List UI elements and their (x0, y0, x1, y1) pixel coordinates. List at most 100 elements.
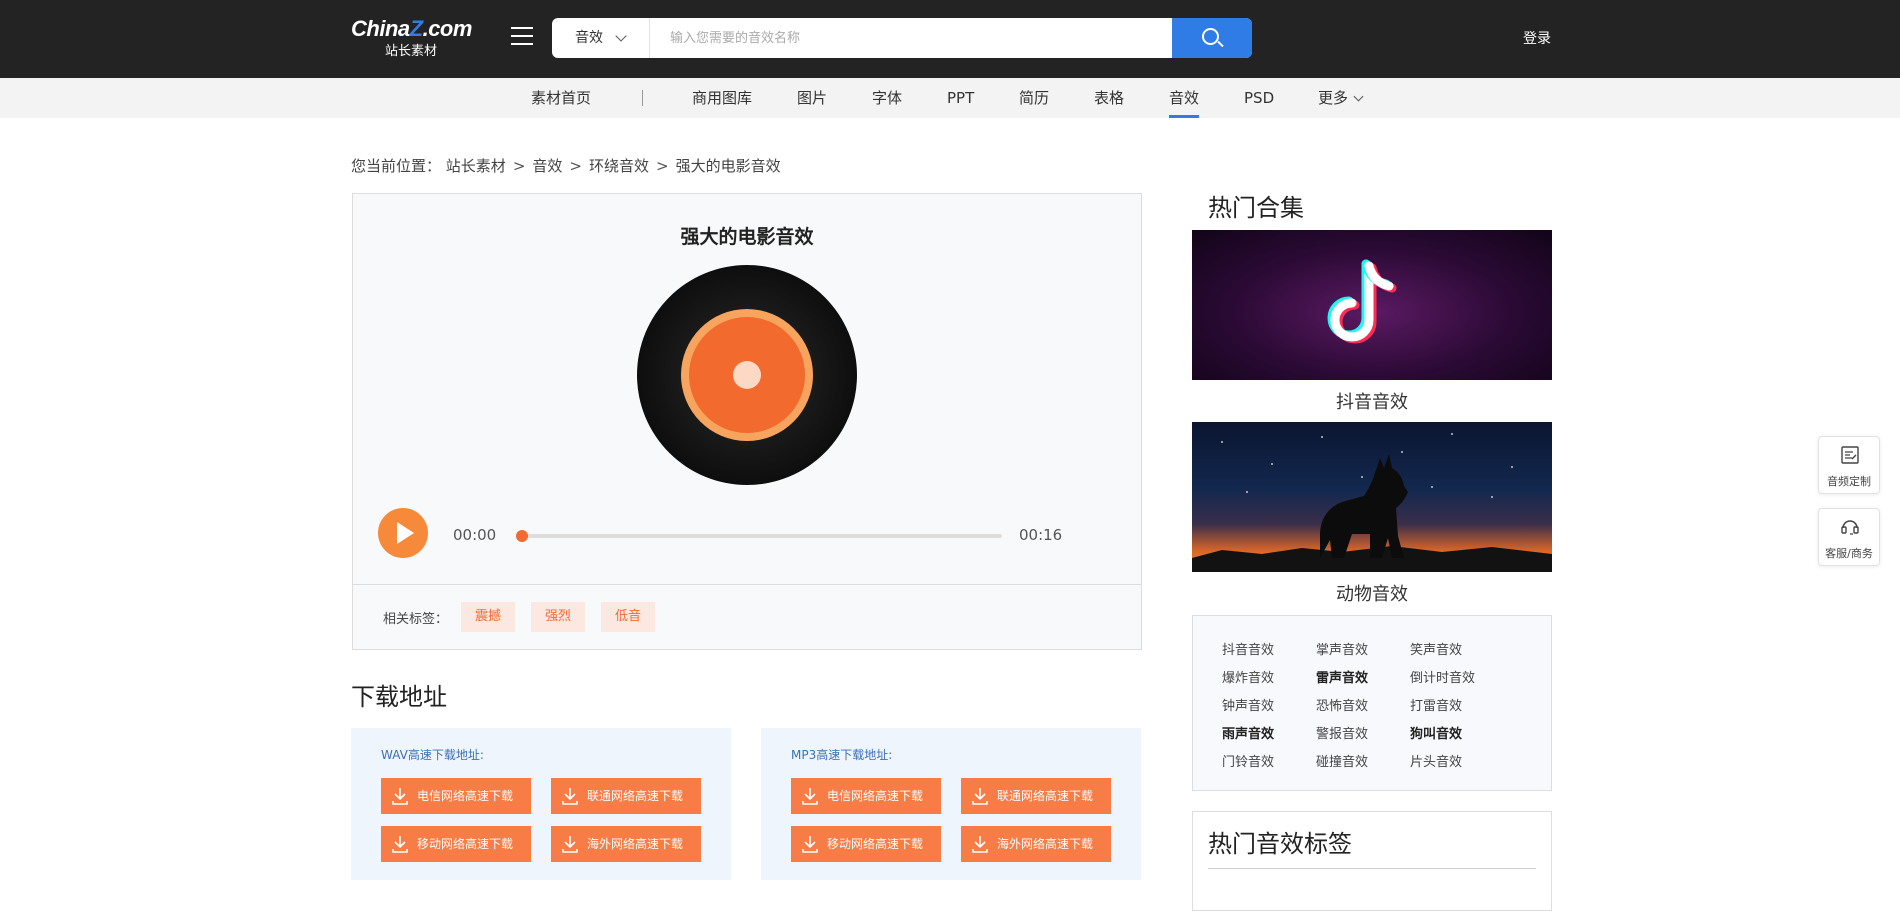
current-time: 00:00 (453, 526, 497, 544)
breadcrumb-separator: > (512, 157, 526, 175)
breadcrumb-link-home[interactable]: 站长素材 (446, 157, 506, 175)
mp3-download-box: MP3高速下载地址: 电信网络高速下载 联通网络高速下载 移动网络高速下载 海外… (761, 728, 1141, 880)
search-category-label: 音效 (575, 30, 603, 46)
nav-item-ppt[interactable]: PPT (947, 78, 974, 118)
wav-telecom-download-button[interactable]: 电信网络高速下载 (381, 778, 531, 814)
site-logo[interactable]: ChinaZ.com 站长素材 (351, 15, 476, 63)
audio-custom-label: 音频定制 (1827, 475, 1871, 488)
keyword-link[interactable]: 爆炸音效 (1222, 667, 1274, 686)
keyword-link[interactable]: 门铃音效 (1222, 751, 1274, 770)
nav-item-home[interactable]: 素材首页 (531, 78, 591, 118)
search-button[interactable] (1172, 18, 1252, 58)
nav-item-more[interactable]: 更多 (1318, 78, 1364, 118)
nav-item-images[interactable]: 图片 (797, 78, 827, 118)
divider (1208, 868, 1536, 869)
play-icon (397, 522, 414, 544)
wav-download-box: WAV高速下载地址: 电信网络高速下载 联通网络高速下载 移动网络高速下载 海外… (351, 728, 731, 880)
customer-service-label: 客服/商务 (1825, 547, 1873, 560)
nav-item-fonts[interactable]: 字体 (872, 78, 902, 118)
keyword-link[interactable]: 笑声音效 (1410, 639, 1462, 658)
logo-text-tld: .com (422, 16, 473, 41)
download-icon (972, 836, 988, 853)
keyword-link[interactable]: 抖音音效 (1222, 639, 1274, 658)
keyword-link[interactable]: 钟声音效 (1222, 695, 1274, 714)
breadcrumb-link-sound[interactable]: 音效 (532, 157, 562, 175)
wav-mobile-download-button[interactable]: 移动网络高速下载 (381, 826, 531, 862)
logo-text-z: Z (409, 16, 423, 41)
nav-more-label: 更多 (1318, 89, 1349, 107)
nav-item-sound-effects[interactable]: 音效 (1169, 78, 1200, 118)
chevron-down-icon (1353, 91, 1364, 102)
keyword-link[interactable]: 狗叫音效 (1410, 723, 1462, 742)
top-header: ChinaZ.com 站长素材 音效 登录 (0, 0, 1900, 78)
hot-tags-panel: 热门音效标签 (1192, 811, 1552, 911)
hot-tags-title: 热门音效标签 (1208, 830, 1352, 858)
download-icon (562, 836, 578, 853)
collection-label-douyin[interactable]: 抖音音效 (1192, 388, 1552, 414)
breadcrumb-separator: > (656, 157, 669, 175)
keyword-link[interactable]: 打雷音效 (1410, 695, 1462, 714)
progress-bar[interactable] (516, 530, 1002, 542)
nav-item-stock-photos[interactable]: 商用图库 (692, 78, 752, 118)
tag-chip[interactable]: 低音 (601, 602, 656, 632)
nav-item-spreadsheet[interactable]: 表格 (1094, 78, 1124, 118)
document-edit-icon (1841, 446, 1859, 464)
nav-item-psd[interactable]: PSD (1244, 78, 1274, 118)
hamburger-icon[interactable] (511, 27, 533, 49)
category-nav: 素材首页 商用图库 图片 字体 PPT 简历 表格 音效 PSD 更多 (0, 78, 1900, 118)
mp3-overseas-download-button[interactable]: 海外网络高速下载 (961, 826, 1111, 862)
howling-wolf-image (1192, 433, 1552, 572)
download-icon (392, 788, 408, 805)
keyword-link[interactable]: 恐怖音效 (1316, 695, 1368, 714)
mp3-mobile-download-button[interactable]: 移动网络高速下载 (791, 826, 941, 862)
keyword-link[interactable]: 雨声音效 (1222, 723, 1274, 742)
download-icon (802, 788, 818, 805)
wav-download-title: WAV高速下载地址: (381, 748, 484, 762)
keyword-link[interactable]: 倒计时音效 (1410, 667, 1475, 686)
breadcrumb: 您当前位置： 站长素材 > 音效 > 环绕音效 > 强大的电影音效 (351, 155, 781, 176)
sound-title: 强大的电影音效 (680, 226, 814, 248)
progress-handle[interactable] (516, 530, 528, 542)
play-button[interactable] (378, 508, 428, 558)
collection-card-animal[interactable] (1192, 422, 1552, 572)
keyword-link[interactable]: 碰撞音效 (1316, 751, 1368, 770)
logo-text-main: China (351, 16, 410, 41)
keyword-link[interactable]: 警报音效 (1316, 723, 1368, 742)
download-section-title: 下载地址 (351, 683, 447, 711)
breadcrumb-link-surround[interactable]: 环绕音效 (589, 157, 649, 175)
mp3-download-title: MP3高速下载地址: (791, 748, 893, 762)
search-bar: 音效 (552, 18, 1252, 58)
mp3-telecom-download-button[interactable]: 电信网络高速下载 (791, 778, 941, 814)
keyword-link[interactable]: 掌声音效 (1316, 639, 1368, 658)
headset-icon (1841, 520, 1859, 535)
wav-overseas-download-button[interactable]: 海外网络高速下载 (551, 826, 701, 862)
breadcrumb-current: 强大的电影音效 (675, 157, 781, 175)
download-icon (972, 788, 988, 805)
customer-service-float-button[interactable]: 客服/商务 (1818, 508, 1880, 566)
duration-time: 00:16 (1019, 526, 1063, 544)
keyword-link[interactable]: 片头音效 (1410, 751, 1462, 770)
keyword-link[interactable]: 雷声音效 (1316, 667, 1368, 686)
tag-chip[interactable]: 震撼 (461, 602, 516, 632)
collection-label-animal[interactable]: 动物音效 (1192, 580, 1552, 606)
download-icon (802, 836, 818, 853)
tag-chip[interactable]: 强烈 (531, 602, 586, 632)
douyin-logo-icon (1327, 259, 1397, 344)
download-icon (392, 836, 408, 853)
nav-item-resume[interactable]: 简历 (1019, 78, 1049, 118)
hot-collections-title: 热门合集 (1208, 194, 1304, 222)
hot-keywords-box: 抖音音效 掌声音效 笑声音效 爆炸音效 雷声音效 倒计时音效 钟声音效 恐怖音效… (1192, 615, 1552, 791)
wav-unicom-download-button[interactable]: 联通网络高速下载 (551, 778, 701, 814)
breadcrumb-prefix: 您当前位置： (351, 157, 442, 175)
login-link[interactable]: 登录 (1523, 28, 1551, 48)
mp3-unicom-download-button[interactable]: 联通网络高速下载 (961, 778, 1111, 814)
nav-divider (642, 90, 643, 106)
collection-card-douyin[interactable] (1192, 230, 1552, 380)
audio-player: 强大的电影音效 00:00 00:16 相关标签： 震撼 强烈 低音 (352, 193, 1142, 650)
audio-custom-float-button[interactable]: 音频定制 (1818, 436, 1880, 494)
search-category-select[interactable]: 音效 (552, 18, 650, 58)
logo-subtitle: 站长素材 (385, 44, 438, 59)
related-tags-label: 相关标签： (383, 612, 449, 627)
search-input[interactable] (652, 18, 1122, 58)
divider (353, 584, 1141, 585)
